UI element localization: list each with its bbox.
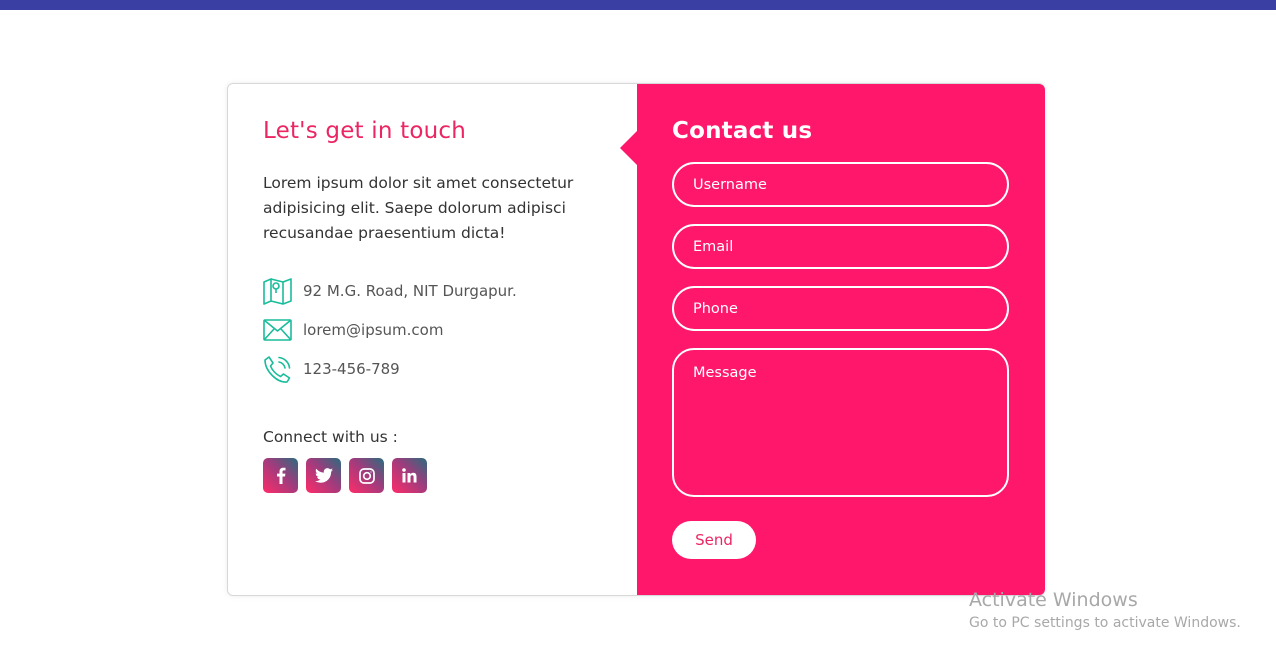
address-text: 92 M.G. Road, NIT Durgapur. xyxy=(303,282,517,300)
phone-icon xyxy=(263,355,292,384)
email-input[interactable]: Email xyxy=(672,224,1009,269)
message-textarea[interactable]: Message xyxy=(672,348,1009,497)
activate-windows-watermark: Activate Windows Go to PC settings to ac… xyxy=(969,589,1241,633)
phone-row: 123-456-789 xyxy=(263,354,400,384)
contact-info-panel: Let's get in touch Lorem ipsum dolor sit… xyxy=(228,84,637,595)
watermark-title: Activate Windows xyxy=(969,589,1138,611)
social-links xyxy=(263,458,435,493)
info-description: Lorem ipsum dolor sit amet consectetur a… xyxy=(263,174,574,242)
email-row: lorem@ipsum.com xyxy=(263,315,443,345)
phone-input[interactable]: Phone xyxy=(672,286,1009,331)
username-input[interactable]: Username xyxy=(672,162,1009,207)
top-bar xyxy=(0,0,1276,10)
envelope-icon xyxy=(263,316,292,345)
phone-text: 123-456-789 xyxy=(303,360,400,378)
contact-card: Let's get in touch Lorem ipsum dolor sit… xyxy=(227,83,1045,596)
connect-label: Connect with us : xyxy=(263,428,398,446)
contact-form-panel: Contact us Username Email Phone Message … xyxy=(620,84,1045,595)
linkedin-icon[interactable] xyxy=(392,458,427,493)
watermark-subtitle: Go to PC settings to activate Windows. xyxy=(969,615,1241,631)
address-row: 92 M.G. Road, NIT Durgapur. xyxy=(263,276,517,306)
email-text: lorem@ipsum.com xyxy=(303,321,444,339)
form-title: Contact us xyxy=(672,118,813,144)
info-title: Let's get in touch xyxy=(263,118,467,144)
send-button[interactable]: Send xyxy=(672,521,756,559)
twitter-icon[interactable] xyxy=(306,458,341,493)
facebook-icon[interactable] xyxy=(263,458,298,493)
instagram-icon[interactable] xyxy=(349,458,384,493)
map-icon xyxy=(263,277,292,306)
panel-arrow xyxy=(620,131,637,165)
